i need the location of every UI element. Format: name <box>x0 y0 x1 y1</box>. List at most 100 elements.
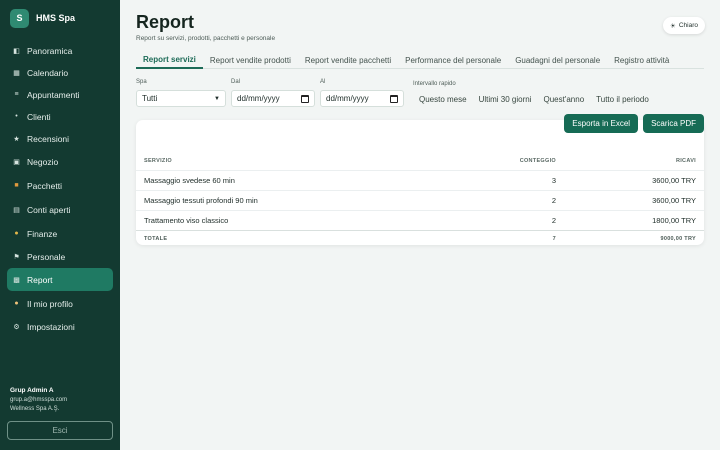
calendar-icon[interactable] <box>301 94 309 103</box>
gear-icon: ⚙ <box>13 323 20 331</box>
sidebar-item-panoramica[interactable]: ◧ Panoramica <box>7 40 113 61</box>
page-subtitle: Report su servizi, prodotti, pacchetti e… <box>136 35 276 42</box>
sidebar-item-label: Conti aperti <box>27 204 71 215</box>
export-actions: Esporta in Excel Scarica PDF <box>564 114 704 133</box>
tab-report-vendite-prodotti[interactable]: Report vendite prodotti <box>203 51 298 69</box>
quick-range-this-month-button[interactable]: Questo mese <box>413 92 473 106</box>
quick-range-this-year-button[interactable]: Quest'anno <box>537 92 590 106</box>
tab-report-vendite-pacchetti[interactable]: Report vendite pacchetti <box>298 51 398 69</box>
page-title: Report <box>136 12 194 32</box>
service-name-cell: Massaggio tessuti profondi 90 min <box>136 189 454 210</box>
sidebar-item-il-mio-profilo[interactable]: ● Il mio profilo <box>7 292 113 315</box>
sun-icon: ☀ <box>670 22 676 30</box>
service-name-cell: Massaggio svedese 60 min <box>136 169 454 190</box>
sidebar-item-appuntamenti[interactable]: ≡ Appuntamenti <box>7 84 113 105</box>
calendar-icon: ▦ <box>13 69 20 77</box>
tab-report-servizi[interactable]: Report servizi <box>136 51 203 69</box>
table-row[interactable]: Trattamento viso classico 2 1800,00 TRY <box>136 209 704 230</box>
total-count-cell: 7 <box>454 229 564 248</box>
sidebar-item-label: Personale <box>27 251 66 262</box>
theme-label: Chiaro <box>678 22 698 29</box>
chart-icon: ▩ <box>13 276 20 284</box>
spa-select-value: Tutti <box>142 94 158 103</box>
filters-bar: Spa Tutti ▼ Dal dd/mm/yyyy Al dd/mm/yyyy <box>136 79 704 115</box>
spa-label: Spa <box>136 79 147 85</box>
user-icon: ● <box>14 300 19 307</box>
flag-icon: ⚑ <box>13 253 20 261</box>
quick-range: Intervallo rapido Questo mese Ultimi 30 … <box>413 79 655 106</box>
to-date-value: dd/mm/yyyy <box>326 94 369 103</box>
from-date-label: Dal <box>231 79 241 85</box>
sidebar-item-label: Negozio <box>27 156 59 167</box>
column-header-servizio[interactable]: SERVIZIO <box>136 152 454 170</box>
service-report-panel: Esporta in Excel Scarica PDF SERVIZIO CO… <box>136 114 704 248</box>
service-name-cell: Trattamento viso classico <box>136 209 454 230</box>
revenue-cell: 3600,00 TRY <box>564 189 704 210</box>
from-date-input[interactable]: dd/mm/yyyy <box>231 90 315 107</box>
service-report-table: SERVIZIO CONTEGGIO RICAVI Massaggio sved… <box>136 152 704 248</box>
total-label-cell: TOTALE <box>136 229 454 248</box>
user-company: Wellness Spa A.Ş. <box>10 406 60 412</box>
spa-filter: Spa Tutti ▼ <box>136 79 226 107</box>
quick-range-all-time-button[interactable]: Tutto il periodo <box>590 92 655 106</box>
table-total-row: TOTALE 7 9000,00 TRY <box>136 229 704 248</box>
cart-icon: ▣ <box>13 158 20 166</box>
tab-performance-personale[interactable]: Performance del personale <box>398 51 508 69</box>
star-icon: ★ <box>13 135 20 143</box>
sidebar-item-label: Appuntamenti <box>27 89 80 100</box>
sidebar-item-conti-aperti[interactable]: ▤ Conti aperti <box>7 198 113 221</box>
receipt-icon: ▤ <box>13 206 20 214</box>
grid-icon: ◧ <box>13 47 20 55</box>
sidebar-item-pacchetti[interactable]: ■ Pacchetti <box>7 174 113 197</box>
sidebar-item-label: Panoramica <box>27 45 73 56</box>
dot-icon: • <box>15 113 18 120</box>
count-cell: 3 <box>454 169 564 190</box>
logout-button[interactable]: Esci <box>7 421 113 440</box>
sidebar-item-calendario[interactable]: ▦ Calendario <box>7 62 113 83</box>
to-date-filter: Al dd/mm/yyyy <box>320 79 404 107</box>
user-name: Grup Admin A <box>10 387 54 394</box>
sidebar-item-label: Recensioni <box>27 133 70 144</box>
sidebar-item-recensioni[interactable]: ★ Recensioni <box>7 128 113 149</box>
download-pdf-button[interactable]: Scarica PDF <box>643 114 704 133</box>
count-cell: 2 <box>454 189 564 210</box>
quick-range-label: Intervallo rapido <box>413 81 456 87</box>
chevron-down-icon: ▼ <box>214 95 220 102</box>
sidebar-item-label: Clienti <box>27 111 51 122</box>
sidebar-item-label: Impostazioni <box>27 321 75 332</box>
table-row[interactable]: Massaggio svedese 60 min 3 3600,00 TRY <box>136 169 704 190</box>
sidebar-item-label: Finanze <box>27 228 58 239</box>
brand[interactable]: S HMS Spa <box>0 0 120 36</box>
sidebar-item-report[interactable]: ▩ Report <box>7 268 113 291</box>
export-excel-button[interactable]: Esporta in Excel <box>564 114 639 133</box>
total-revenue-cell: 9000,00 TRY <box>564 229 704 248</box>
package-icon: ■ <box>14 182 19 189</box>
brand-name: HMS Spa <box>36 13 76 23</box>
tab-guadagni-personale[interactable]: Guadagni del personale <box>508 51 607 69</box>
quick-range-last-30-days-button[interactable]: Ultimi 30 giorni <box>473 92 538 106</box>
revenue-cell: 3600,00 TRY <box>564 169 704 190</box>
sidebar-item-impostazioni[interactable]: ⚙ Impostazioni <box>7 316 113 337</box>
spa-select[interactable]: Tutti ▼ <box>136 90 226 107</box>
revenue-cell: 1800,00 TRY <box>564 209 704 230</box>
from-date-filter: Dal dd/mm/yyyy <box>231 79 315 107</box>
sidebar-item-label: Il mio profilo <box>27 298 73 309</box>
count-cell: 2 <box>454 209 564 230</box>
calendar-icon[interactable] <box>390 94 398 103</box>
sidebar-item-personale[interactable]: ⚑ Personale <box>7 246 113 267</box>
sidebar-item-negozio[interactable]: ▣ Negozio <box>7 150 113 173</box>
sidebar-item-finanze[interactable]: ● Finanze <box>7 222 113 245</box>
to-date-label: Al <box>320 79 326 85</box>
brand-logo: S <box>10 8 29 28</box>
list-icon: ≡ <box>14 91 19 98</box>
sidebar-item-clienti[interactable]: • Clienti <box>7 106 113 127</box>
user-email: grup.a@hmsspa.com <box>10 397 68 403</box>
tab-registro-attivita[interactable]: Registro attività <box>607 51 676 69</box>
column-header-ricavi[interactable]: RICAVI <box>564 152 704 170</box>
table-row[interactable]: Massaggio tessuti profondi 90 min 2 3600… <box>136 189 704 210</box>
column-header-conteggio[interactable]: CONTEGGIO <box>454 152 564 170</box>
user-panel: Grup Admin A grup.a@hmsspa.com Wellness … <box>7 387 113 440</box>
quick-range-options: Questo mese Ultimi 30 giorni Quest'anno … <box>413 92 655 106</box>
theme-toggle-button[interactable]: ☀ Chiaro <box>663 17 705 34</box>
to-date-input[interactable]: dd/mm/yyyy <box>320 90 404 107</box>
